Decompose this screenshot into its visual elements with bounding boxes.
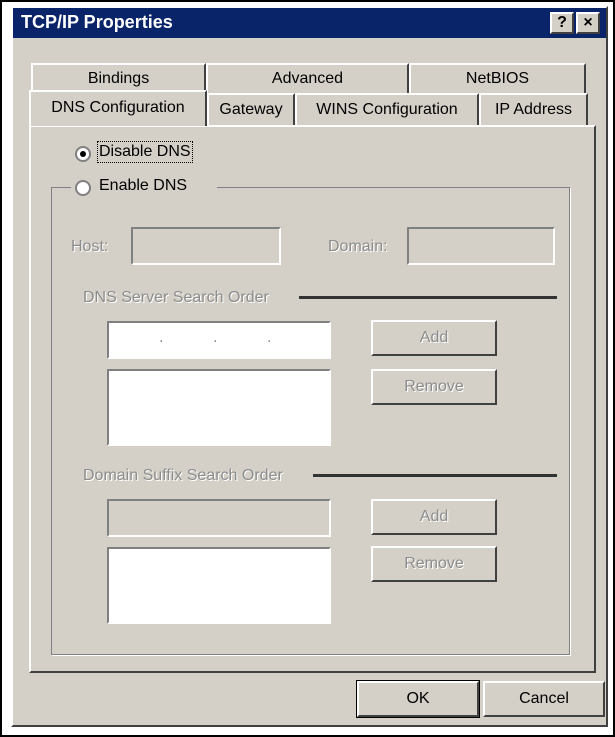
- tab-advanced[interactable]: Advanced: [206, 63, 409, 93]
- disable-dns-label[interactable]: Disable DNS: [97, 141, 193, 163]
- host-input[interactable]: [131, 227, 281, 265]
- domain-suffix-remove-label: Remove: [404, 555, 464, 572]
- screenshot-frame: TCP/IP Properties ? × Bindings Advanced …: [0, 0, 615, 737]
- ip-dot-3: .: [267, 329, 272, 346]
- domain-input[interactable]: [407, 227, 555, 265]
- domain-suffix-input[interactable]: [107, 499, 331, 537]
- tab-gateway[interactable]: Gateway: [207, 93, 295, 125]
- enable-dns-label[interactable]: Enable DNS: [99, 177, 187, 195]
- tab-bindings[interactable]: Bindings: [31, 63, 206, 93]
- close-button[interactable]: ×: [576, 12, 600, 34]
- domain-suffix-list[interactable]: [107, 547, 331, 624]
- window-title: TCP/IP Properties: [21, 12, 173, 32]
- dns-server-ip-input[interactable]: . . .: [107, 321, 331, 359]
- help-button[interactable]: ?: [550, 12, 574, 34]
- domain-suffix-add-button[interactable]: Add: [371, 499, 497, 535]
- dns-server-add-button[interactable]: Add: [371, 320, 497, 356]
- ok-button[interactable]: OK: [356, 680, 480, 718]
- domain-suffix-search-order-label: Domain Suffix Search Order: [83, 467, 283, 484]
- separator-line: [299, 296, 557, 299]
- dns-server-list[interactable]: [107, 369, 331, 446]
- dns-server-add-label: Add: [419, 329, 449, 346]
- tcpip-properties-dialog: TCP/IP Properties ? × Bindings Advanced …: [11, 6, 608, 727]
- disable-dns-text: Disable DNS: [99, 143, 191, 160]
- dns-server-remove-label: Remove: [404, 378, 464, 395]
- title-bar: TCP/IP Properties ? ×: [13, 8, 606, 38]
- disable-dns-radio[interactable]: [75, 146, 91, 162]
- ip-dot-2: .: [213, 329, 218, 346]
- dns-configuration-panel: Disable DNS Enable DNS Host: Domain: DNS…: [29, 125, 596, 673]
- domain-suffix-add-label: Add: [419, 508, 449, 525]
- tab-dns-configuration-label: DNS Configuration: [51, 99, 185, 116]
- ip-dot-1: .: [159, 329, 164, 346]
- dns-server-remove-button[interactable]: Remove: [371, 369, 497, 405]
- radio-dot: [80, 151, 86, 157]
- tab-ip-address[interactable]: IP Address: [479, 93, 588, 125]
- host-label: Host:: [71, 238, 109, 255]
- enable-dns-radio[interactable]: [75, 180, 91, 196]
- domain-suffix-remove-button[interactable]: Remove: [371, 546, 497, 582]
- tab-netbios[interactable]: NetBIOS: [409, 63, 586, 93]
- tab-dns-configuration[interactable]: DNS Configuration: [29, 90, 207, 126]
- tab-wins-configuration[interactable]: WINS Configuration: [295, 93, 479, 125]
- dns-server-search-order-label: DNS Server Search Order: [83, 289, 269, 306]
- cancel-button[interactable]: Cancel: [483, 681, 605, 717]
- domain-label: Domain:: [328, 238, 388, 255]
- separator-line: [313, 474, 557, 477]
